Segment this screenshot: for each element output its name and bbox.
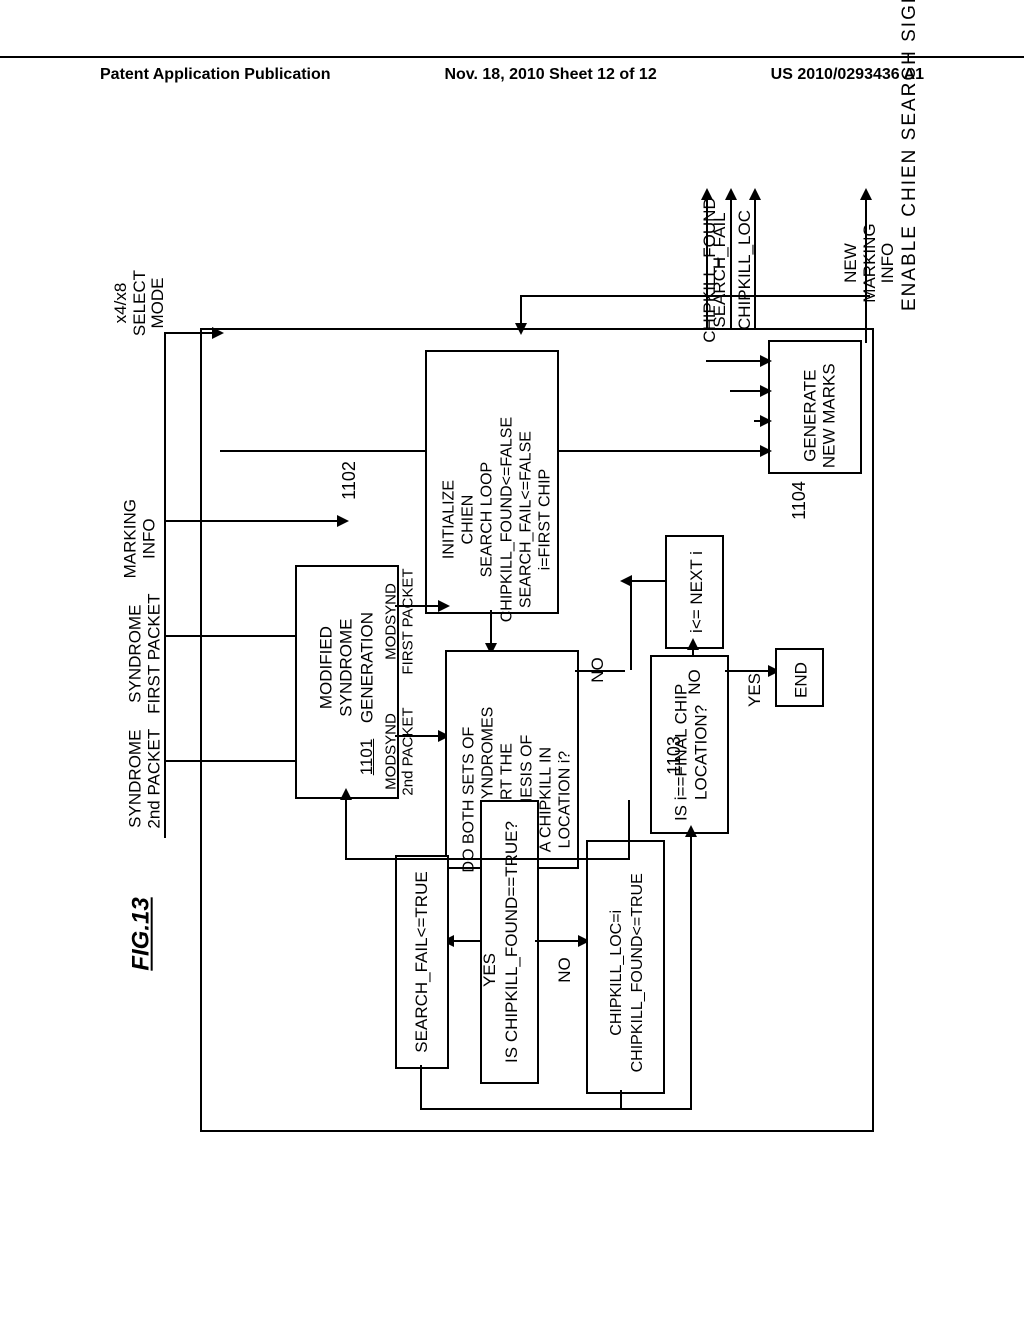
is-found-yes: YES xyxy=(480,950,500,990)
output-chipkill-loc: CHIPKILL_LOC xyxy=(735,200,755,340)
next-i-box: i<= NEXT i xyxy=(665,535,724,649)
is-found-no: NO xyxy=(555,950,575,990)
final-chip-yes: YES xyxy=(745,670,765,710)
input-synd2-label: SYNDROME2nd PACKET xyxy=(126,714,163,844)
page-header: Patent Application Publication Nov. 18, … xyxy=(0,56,1024,84)
enable-signal-label: ENABLE CHIEN SEARCH SIGNAL xyxy=(899,11,921,311)
is-found-box: IS CHIPKILL_FOUND==TRUE? xyxy=(480,800,539,1084)
ref-1102: 1102 xyxy=(339,461,360,500)
input-synd1-label: SYNDROMEFIRST PACKET xyxy=(126,589,163,719)
modsynd-first-label: MODSYNDFIRST PACKET xyxy=(384,552,417,692)
end-box: END xyxy=(775,648,824,707)
input-mode-label: x4/x8SELECTMODE xyxy=(112,243,168,363)
output-search-fail: SEARCH_FAIL xyxy=(710,200,730,340)
set-loc-box: CHIPKILL_LOC=iCHIPKILL_FOUND<=TRUE xyxy=(586,840,665,1094)
figure-diagram: x4/x8SELECTMODE MARKINGINFO SYNDROMEFIRS… xyxy=(120,180,900,1160)
ref-1103: 1103 xyxy=(664,736,685,775)
search-fail-box: SEARCH_FAIL<=TRUE xyxy=(395,855,449,1069)
generate-marks-box: GENERATENEW MARKS xyxy=(768,340,862,474)
modsynd-2nd-label: MODSYND2nd PACKET xyxy=(384,682,417,822)
header-center: Nov. 18, 2010 Sheet 12 of 12 xyxy=(444,66,656,84)
initialize-box: INITIALIZECHIENSEARCH LOOPCHIPKILL_FOUND… xyxy=(425,350,559,614)
ref-1104: 1104 xyxy=(789,481,810,520)
input-marking-label: MARKINGINFO xyxy=(121,489,158,589)
figure-label: FIG.13 xyxy=(128,897,156,970)
header-left: Patent Application Publication xyxy=(100,66,331,84)
final-chip-no: NO xyxy=(685,662,705,702)
output-new-marking: NEWMARKINGINFO xyxy=(842,213,898,313)
